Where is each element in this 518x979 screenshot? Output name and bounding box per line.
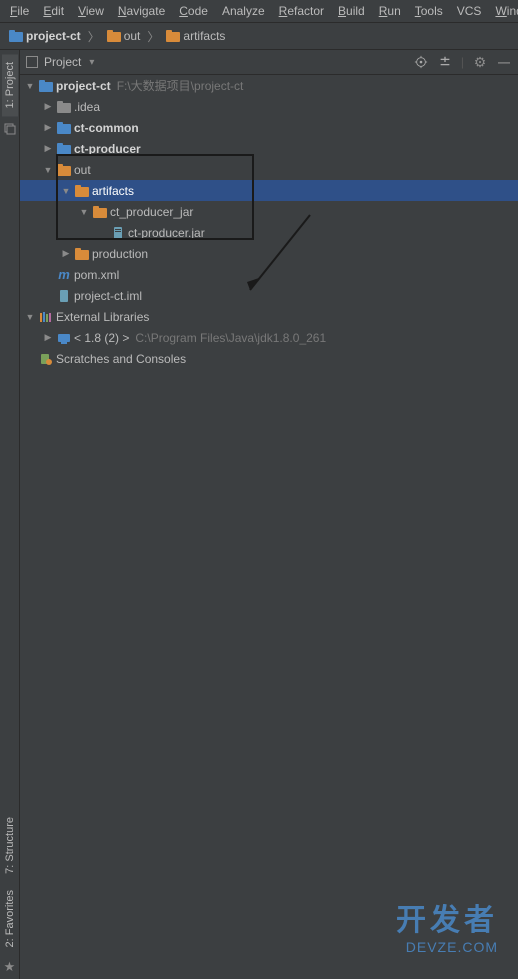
- tree-label: Scratches and Consoles: [56, 352, 186, 366]
- sidebar: 1: Project 7: Structure 2: Favorites ★: [0, 50, 20, 979]
- chevron-down-icon: ▾: [89, 57, 94, 68]
- tree-label: production: [92, 247, 148, 261]
- tree-arrow-icon[interactable]: ▶: [42, 143, 54, 154]
- file-icon: [58, 289, 70, 303]
- tree-label: artifacts: [92, 184, 134, 198]
- tree-path: C:\Program Files\Java\jdk1.8.0_261: [135, 331, 326, 345]
- tree-arrow-icon[interactable]: ▼: [24, 81, 36, 91]
- menu-tools[interactable]: Tools: [409, 2, 449, 20]
- menu-window[interactable]: Window: [489, 2, 518, 20]
- menu-analyze[interactable]: Analyze: [216, 2, 271, 20]
- tree-node[interactable]: ▼ ct_producer_jar: [20, 201, 518, 222]
- tree-node[interactable]: ▶ < 1.8 (2) > C:\Program Files\Java\jdk1.8…: [20, 327, 518, 348]
- gear-icon[interactable]: [472, 54, 488, 70]
- menu-run[interactable]: Run: [373, 2, 407, 20]
- tree-label: .idea: [74, 100, 100, 114]
- menu-edit[interactable]: Edit: [37, 2, 70, 20]
- folder-icon: [9, 30, 23, 42]
- menu-navigate[interactable]: Navigate: [112, 2, 171, 20]
- sidebar-tab-project[interactable]: 1: Project: [2, 54, 18, 116]
- project-view-icon: [26, 56, 38, 68]
- folder-icon: [75, 248, 89, 260]
- tree-arrow-icon[interactable]: ▼: [60, 186, 72, 196]
- tree-label: ct-producer.jar: [128, 226, 205, 240]
- folder-icon: [75, 185, 89, 197]
- star-icon: ★: [4, 959, 16, 975]
- tree-label: project-ct: [56, 79, 111, 93]
- folder-icon: [107, 30, 121, 42]
- folder-icon: [57, 101, 71, 113]
- libraries-icon: [39, 311, 53, 323]
- tree-node[interactable]: ▶ production: [20, 243, 518, 264]
- tree-arrow-icon[interactable]: ▶: [42, 101, 54, 112]
- tree-label: ct_producer_jar: [110, 205, 193, 219]
- breadcrumb-separator: 〉: [147, 28, 159, 45]
- tree-arrow-icon[interactable]: ▼: [78, 207, 90, 217]
- tree-arrow-icon[interactable]: ▶: [42, 332, 54, 343]
- tree-node[interactable]: ▼ out: [20, 159, 518, 180]
- tree-node[interactable]: ▶ ct-producer: [20, 138, 518, 159]
- tree-arrow-icon[interactable]: ▶: [60, 248, 72, 259]
- tree-arrow-icon[interactable]: ▶: [42, 122, 54, 133]
- folder-icon: [39, 80, 53, 92]
- menu-refactor[interactable]: Refactor: [273, 2, 330, 20]
- tree-arrow-icon[interactable]: ▼: [42, 165, 54, 175]
- project-tree: ▼ project-ct F:\大数据项目\project-ct ▶ .idea ▶ ct-…: [20, 75, 518, 979]
- folder-icon: [57, 122, 71, 134]
- maven-icon: m: [58, 267, 70, 282]
- breadcrumb: project-ct〉out〉artifacts: [0, 23, 518, 50]
- tree-label: External Libraries: [56, 310, 149, 324]
- folder-icon: [57, 164, 71, 176]
- collapse-all-icon[interactable]: [437, 54, 453, 70]
- tree-label: ct-producer: [74, 142, 141, 156]
- tree-node[interactable]: ▼ artifacts: [20, 180, 518, 201]
- tree-label: project-ct.iml: [74, 289, 142, 303]
- menu-build[interactable]: Build: [332, 2, 371, 20]
- folder-icon: [166, 30, 180, 42]
- tree-label: < 1.8 (2) >: [74, 331, 129, 345]
- tree-arrow-icon[interactable]: ▼: [24, 312, 36, 322]
- tree-label: pom.xml: [74, 268, 119, 282]
- menu-vcs[interactable]: VCS: [451, 2, 488, 20]
- breadcrumb-item[interactable]: artifacts: [163, 28, 228, 44]
- tree-path: F:\大数据项目\project-ct: [117, 77, 244, 94]
- menu-file[interactable]: File: [4, 2, 35, 20]
- tree-node[interactable]: ▼ External Libraries: [20, 306, 518, 327]
- tree-label: ct-common: [74, 121, 139, 135]
- tree-node[interactable]: ▶ .idea: [20, 96, 518, 117]
- breadcrumb-item[interactable]: out: [104, 28, 144, 44]
- folder-icon: [93, 206, 107, 218]
- tree-node[interactable]: ct-producer.jar: [20, 222, 518, 243]
- project-dropdown[interactable]: Project: [42, 55, 81, 69]
- breadcrumb-separator: 〉: [88, 28, 100, 45]
- folder-icon: [57, 143, 71, 155]
- tree-node[interactable]: ▶ ct-common: [20, 117, 518, 138]
- tree-node[interactable]: ▼ project-ct F:\大数据项目\project-ct: [20, 75, 518, 96]
- menu-code[interactable]: Code: [173, 2, 214, 20]
- tree-node[interactable]: m pom.xml: [20, 264, 518, 285]
- tree-label: out: [74, 163, 91, 177]
- minimize-icon[interactable]: [496, 54, 512, 70]
- menu-view[interactable]: View: [72, 2, 110, 20]
- jdk-icon: [57, 332, 71, 344]
- menubar: FileEditViewNavigateCodeAnalyzeRefactorB…: [0, 0, 518, 23]
- jar-icon: [112, 226, 124, 240]
- breadcrumb-item[interactable]: project-ct: [6, 28, 84, 44]
- locate-icon[interactable]: [413, 54, 429, 70]
- tree-node[interactable]: Scratches and Consoles: [20, 348, 518, 369]
- file-stack-icon: [3, 122, 17, 139]
- project-toolbar: Project ▾ |: [20, 50, 518, 75]
- scratch-icon: [39, 352, 53, 366]
- tree-node[interactable]: project-ct.iml: [20, 285, 518, 306]
